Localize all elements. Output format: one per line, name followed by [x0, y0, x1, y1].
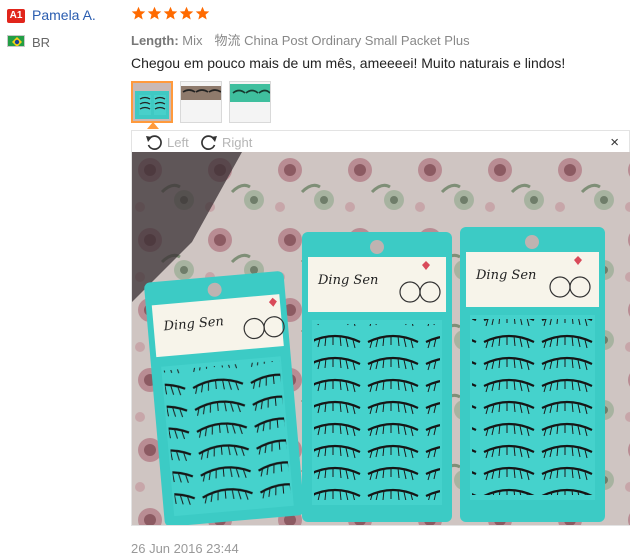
photo-viewer: Left Right × Ding Sen Ding Sen Ding Sen [131, 130, 630, 526]
shipping-value: China Post Ordinary Small Packet Plus [244, 33, 470, 48]
star-icon [163, 6, 178, 20]
rotate-right-label: Right [222, 134, 253, 150]
rotate-left-icon [146, 135, 162, 150]
review-meta: Length: Mix 物流 China Post Ordinary Small … [131, 30, 470, 49]
rotate-left-button[interactable]: Left [144, 133, 189, 151]
viewer-toolbar: Left Right × [132, 131, 629, 153]
rotate-right-button[interactable]: Right [199, 133, 252, 151]
reviewer-country: BR [32, 35, 51, 50]
length-label: Length: [131, 33, 179, 48]
review-date: 26 Jun 2016 23:44 [131, 541, 239, 556]
length-value: Mix [182, 33, 203, 48]
shipping-label: 物流 [214, 33, 241, 48]
photo-thumbnail-1[interactable] [131, 81, 173, 123]
package-2-brand: Ding Sen [317, 273, 378, 288]
review-photo: Ding Sen Ding Sen Ding Sen [132, 152, 630, 525]
photo-thumbnail-3[interactable] [229, 81, 271, 123]
review-text: Chegou em pouco mais de um mês, ameeeei!… [131, 55, 566, 71]
star-icon [131, 6, 146, 20]
brazil-flag-icon [7, 35, 25, 47]
photo-thumbnails [131, 81, 271, 123]
package-3-brand: Ding Sen [475, 268, 536, 283]
rotate-right-icon [201, 135, 217, 150]
photo-thumbnail-2[interactable] [180, 81, 222, 123]
close-icon[interactable]: × [610, 135, 619, 150]
active-thumbnail-pointer [147, 122, 159, 129]
rating-stars [131, 6, 210, 24]
star-icon [179, 6, 194, 20]
rotate-left-label: Left [167, 134, 189, 150]
star-icon [147, 6, 162, 20]
user-level-badge: A1 [7, 9, 25, 23]
reviewer-name-link[interactable]: Pamela A. [32, 7, 96, 23]
star-icon [195, 6, 210, 20]
